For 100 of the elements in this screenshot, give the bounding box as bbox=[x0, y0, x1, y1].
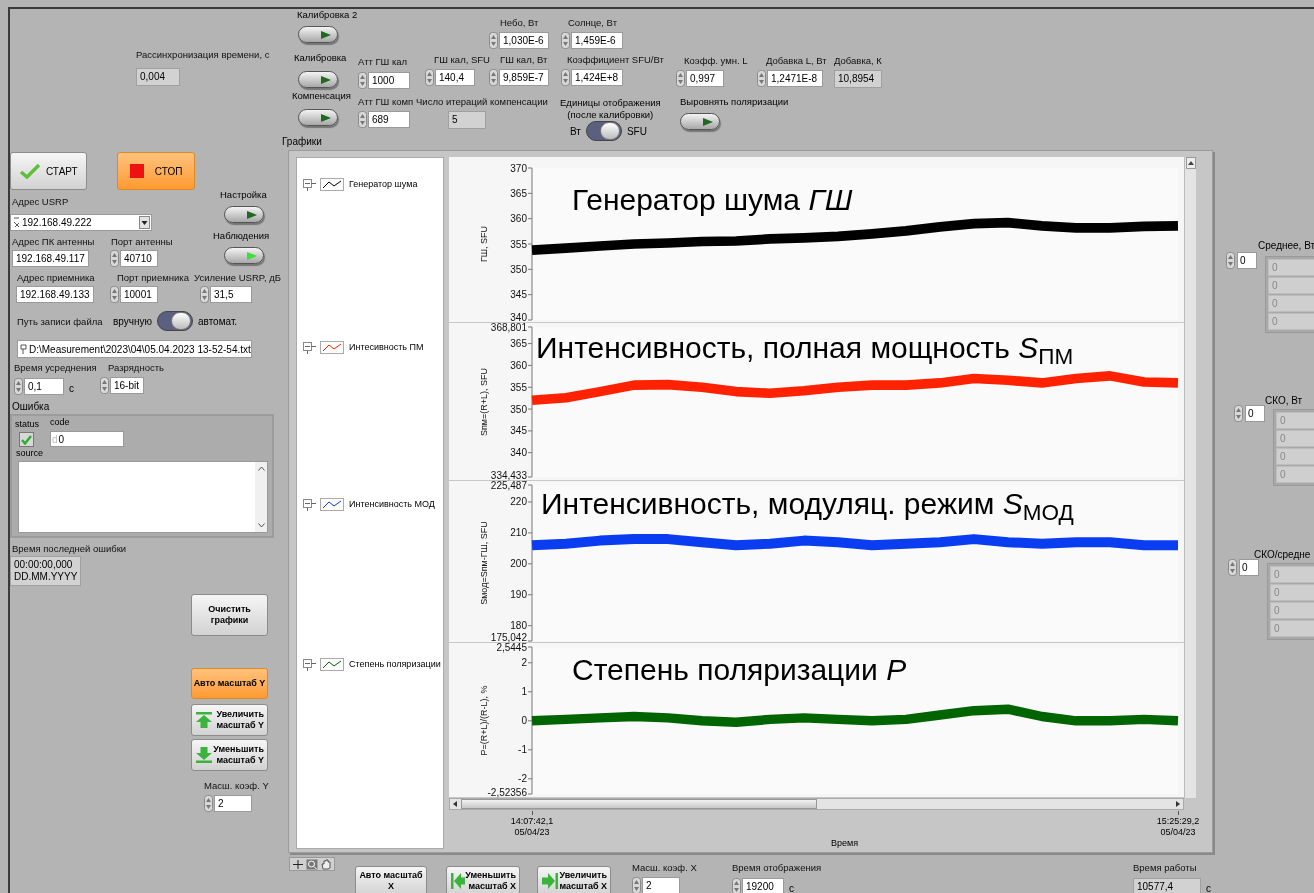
led-icon bbox=[320, 112, 332, 123]
switch-label: Выровнять поляризации bbox=[680, 97, 789, 107]
number-field[interactable]: 40710 bbox=[120, 250, 158, 267]
spinner-icon[interactable] bbox=[489, 69, 498, 86]
push-button[interactable]: Увеличить масштаб X bbox=[537, 866, 611, 893]
field-label: Разрядность bbox=[108, 363, 164, 373]
led-button[interactable] bbox=[680, 113, 720, 130]
scrollbar[interactable] bbox=[255, 462, 267, 532]
collapse-icon[interactable] bbox=[303, 498, 317, 511]
spinner-icon[interactable] bbox=[561, 69, 570, 86]
tick-label: 355 bbox=[510, 381, 527, 393]
index-spinner-icon[interactable] bbox=[1234, 405, 1243, 422]
spinner-icon[interactable] bbox=[110, 286, 119, 303]
number-field[interactable]: 1,424E+8 bbox=[571, 69, 623, 86]
led-button[interactable] bbox=[298, 26, 338, 43]
dropdown-icon[interactable] bbox=[139, 216, 150, 229]
spinner-icon[interactable] bbox=[732, 878, 741, 893]
collapse-icon[interactable] bbox=[303, 178, 317, 191]
index-field[interactable]: 0 bbox=[1237, 252, 1257, 269]
scroll-thumb[interactable] bbox=[460, 799, 818, 809]
toggle-option: SFU bbox=[626, 123, 647, 139]
index-field[interactable]: 0 bbox=[1245, 405, 1265, 422]
number-field[interactable]: 1,2471E-8 bbox=[767, 70, 823, 87]
push-button[interactable]: СТАРТ bbox=[10, 152, 87, 190]
number-field[interactable]: 2 bbox=[214, 795, 252, 812]
field-label: Масш. коэф. Y bbox=[204, 781, 269, 791]
led-button[interactable] bbox=[224, 206, 264, 223]
spinner-icon[interactable] bbox=[676, 70, 685, 87]
push-button[interactable]: Авто масштаб X bbox=[355, 866, 427, 893]
vertical-scrollbar[interactable] bbox=[1184, 157, 1196, 798]
crosshair-icon[interactable] bbox=[292, 858, 304, 870]
number-field[interactable]: 10001 bbox=[120, 286, 158, 303]
number-field[interactable]: 0,997 bbox=[686, 70, 724, 87]
index-field[interactable]: 0 bbox=[1239, 559, 1259, 576]
switch-label: Наблюдения bbox=[213, 231, 270, 241]
tick-label: 365 bbox=[510, 187, 527, 199]
tick-label: 345 bbox=[510, 289, 527, 301]
spinner-icon[interactable] bbox=[425, 69, 434, 86]
number-field[interactable]: 192.168.49.133 bbox=[16, 286, 94, 303]
spinner-icon[interactable] bbox=[110, 250, 119, 267]
switch-label: Калибровка bbox=[294, 53, 347, 63]
led-icon bbox=[702, 116, 714, 127]
number-field[interactable]: 31,5 bbox=[210, 286, 252, 303]
number-field[interactable]: 1000 bbox=[368, 72, 410, 89]
spinner-icon[interactable] bbox=[100, 377, 109, 394]
scroll-up-icon[interactable] bbox=[1185, 157, 1196, 169]
axis-label: Время bbox=[831, 839, 859, 848]
number-field[interactable]: 140,4 bbox=[435, 69, 475, 86]
spinner-icon[interactable] bbox=[14, 378, 23, 395]
field-label: Коэффициент SFU/Вт bbox=[567, 55, 664, 65]
tick-label: 350 bbox=[510, 263, 527, 275]
axis-label: P=(R+L)/(R-L), % bbox=[479, 685, 489, 756]
spinner-icon[interactable] bbox=[561, 32, 570, 49]
chart-title: Генератор шума ГШ bbox=[572, 183, 853, 217]
push-button[interactable]: Очистить графики bbox=[191, 594, 268, 636]
format-icon bbox=[13, 217, 20, 228]
hand-icon[interactable] bbox=[320, 858, 332, 870]
push-button[interactable]: Уменьшить масштаб Y bbox=[191, 739, 268, 771]
tick-label: 365 bbox=[510, 338, 527, 350]
spinner-icon[interactable] bbox=[204, 795, 213, 812]
horizontal-scrollbar[interactable] bbox=[449, 798, 1184, 810]
index-spinner-icon[interactable] bbox=[1228, 559, 1237, 576]
toggle-switch[interactable] bbox=[157, 311, 193, 331]
number-field[interactable]: 16-bit bbox=[110, 377, 144, 394]
push-button[interactable]: Увеличить масштаб Y bbox=[191, 704, 268, 736]
spinner-icon[interactable] bbox=[358, 111, 367, 128]
switch-label: Компенсация bbox=[292, 91, 351, 101]
unit-label: с bbox=[1206, 882, 1211, 893]
spinner-icon[interactable] bbox=[757, 70, 766, 87]
spinner-icon[interactable] bbox=[632, 877, 641, 893]
toggle-switch[interactable] bbox=[585, 121, 622, 141]
spinner-icon[interactable] bbox=[489, 32, 498, 49]
collapse-icon[interactable] bbox=[303, 341, 317, 354]
legend-label: Интенсивность МОД bbox=[349, 498, 435, 511]
combo-field[interactable]: 192.168.49.222 bbox=[10, 214, 152, 231]
number-field[interactable]: 2 bbox=[642, 877, 680, 893]
collapse-icon[interactable] bbox=[303, 658, 317, 671]
path-field[interactable]: D:\Measurement\2023\04\05.04.2023 13-52-54.txt bbox=[17, 340, 252, 358]
line-sample-icon bbox=[320, 178, 344, 192]
scroll-down-icon[interactable] bbox=[257, 523, 265, 528]
index-spinner-icon[interactable] bbox=[1226, 252, 1235, 269]
spinner-icon[interactable] bbox=[358, 72, 367, 89]
chart-title: Степень поляризации P bbox=[572, 653, 907, 687]
toggle-option: вручную bbox=[113, 313, 152, 329]
push-button[interactable]: Уменьшить масштаб X bbox=[446, 866, 520, 893]
number-field[interactable]: 1,030E-6 bbox=[499, 32, 549, 49]
zoom-icon[interactable] bbox=[306, 858, 318, 870]
spinner-icon[interactable] bbox=[200, 286, 209, 303]
push-button[interactable]: Авто масштаб Y bbox=[191, 668, 268, 699]
push-button[interactable]: СТОП bbox=[117, 152, 195, 190]
number-field[interactable]: 19200 bbox=[742, 878, 784, 893]
number-field[interactable]: 689 bbox=[368, 111, 410, 128]
number-field[interactable]: 1,459E-6 bbox=[571, 32, 623, 49]
led-button[interactable] bbox=[298, 109, 338, 126]
number-field[interactable]: 192.168.49.117 bbox=[12, 250, 89, 267]
number-field[interactable]: 0,1 bbox=[24, 378, 64, 395]
number-field[interactable]: 9,859E-7 bbox=[499, 69, 549, 86]
led-button[interactable] bbox=[298, 71, 338, 88]
led-button[interactable] bbox=[224, 247, 264, 264]
scroll-up-icon[interactable] bbox=[257, 466, 265, 471]
